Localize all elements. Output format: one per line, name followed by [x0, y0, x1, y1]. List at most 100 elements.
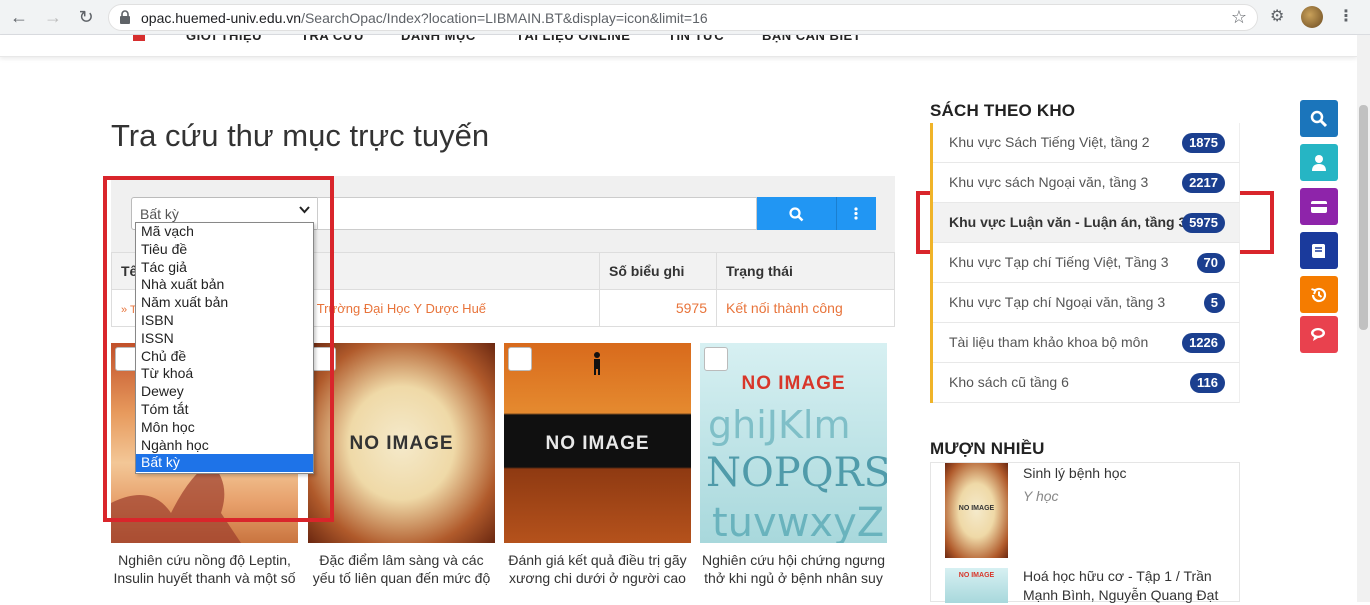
shelf-item[interactable]: Kho sách cũ tầng 6 116 — [933, 363, 1240, 403]
walker-figure — [594, 352, 600, 375]
book-title-line: Đặc điểm lâm sàng và các — [319, 552, 484, 568]
search-icon — [789, 207, 804, 222]
shelf-label: Khu vực Tạp chí Tiếng Việt, Tầng 3 — [949, 254, 1169, 270]
thumb-no-image-text: NO IMAGE — [958, 505, 995, 512]
back-arrow-icon[interactable]: ← — [8, 6, 30, 28]
shelf-count-badge: 70 — [1196, 253, 1225, 273]
header-count: Số biểu ghi — [599, 252, 717, 290]
nav-item-tai-lieu-online[interactable]: TÀI LIỆU ONLINE — [516, 35, 630, 43]
svg-text:ghiJKlm: ghiJKlm — [708, 403, 850, 447]
shelf-label: Kho sách cũ tầng 6 — [949, 374, 1069, 390]
borrow-title-2[interactable]: Hoá học hữu cơ - Tập 1 / Trần Mạnh Bình,… — [1023, 567, 1223, 605]
select-checkbox[interactable] — [508, 347, 532, 371]
book-title-1[interactable]: Nghiên cứu nồng độ Leptin, Insulin huyết … — [107, 551, 302, 587]
most-borrowed-panel: NO IMAGE Sinh lý bệnh học Y học NO IMAGE… — [930, 462, 1240, 605]
book-title-3[interactable]: Đánh giá kết quả điều trị gãy xương chi d… — [500, 551, 695, 587]
book-cover-4[interactable]: NO IMAGE ghiJKlm NOPQRS tuvwxyZ — [700, 343, 887, 543]
shelves-heading: SÁCH THEO KHO — [930, 101, 1076, 120]
shelf-count-badge: 1875 — [1182, 133, 1225, 153]
profile-avatar[interactable] — [1301, 6, 1323, 28]
shelf-item-active[interactable]: Khu vực Luận văn - Luận án, tầng 3 5975 — [933, 203, 1240, 243]
table-cell-status: Kết nối thành công — [716, 289, 895, 327]
borrow-title-1[interactable]: Sinh lý bệnh học — [1023, 464, 1223, 483]
nav-item-ban-can-biet[interactable]: BẠN CẦN BIẾT — [762, 35, 861, 43]
fab-user-button[interactable] — [1300, 144, 1338, 181]
url-text: opac.huemed-univ.edu.vn/SearchOpac/Index… — [141, 10, 708, 26]
chat-icon — [1311, 328, 1325, 341]
borrow-thumb-2[interactable]: NO IMAGE — [945, 568, 1008, 603]
search-options-button[interactable] — [836, 197, 876, 230]
shelf-item[interactable]: Khu vực Tạp chí Tiếng Việt, Tầng 3 70 — [933, 243, 1240, 283]
book-cover-3[interactable]: NO IMAGE — [504, 343, 691, 543]
site-logo-fragment — [133, 35, 145, 41]
url-path: /SearchOpac/Index?location=LIBMAIN.BT&di… — [301, 10, 708, 26]
nav-item-gioi-thieu[interactable]: GIỚI THIỆU — [186, 35, 262, 43]
book-icon — [1312, 244, 1325, 258]
shelf-count-badge: 5975 — [1182, 213, 1225, 233]
no-image-text: NO IMAGE — [545, 433, 650, 454]
bookmark-star-icon[interactable]: ☆ — [1231, 7, 1247, 28]
select-checkbox[interactable] — [704, 347, 728, 371]
svg-text:tuvwxyZ: tuvwxyZ — [712, 500, 884, 543]
shelf-item[interactable]: Tài liệu tham khảo khoa bộ môn 1226 — [933, 323, 1240, 363]
fab-card-button[interactable] — [1300, 188, 1338, 225]
card-icon — [1311, 201, 1327, 213]
reload-icon[interactable]: ↻ — [75, 6, 97, 28]
thumb-no-image-text: NO IMAGE — [958, 572, 995, 579]
book-title-line: Insulin huyết thanh và một số — [113, 570, 296, 586]
book-cover-2[interactable]: NO IMAGE — [308, 343, 495, 543]
extensions-puzzle-icon[interactable]: ⚙ — [1270, 6, 1284, 26]
shelf-label: Khu vực Sách Tiếng Việt, tầng 2 — [949, 134, 1150, 150]
search-button[interactable] — [757, 197, 836, 230]
shelf-label: Khu vực Tạp chí Ngoại văn, tầng 3 — [949, 294, 1166, 310]
lock-icon — [120, 10, 130, 24]
fab-history-button[interactable] — [1300, 276, 1338, 313]
book-title-line: Đánh giá kết quả điều trị gãy — [508, 552, 687, 568]
shelf-list: Khu vực Sách Tiếng Việt, tầng 2 1875 Khu … — [930, 123, 1240, 403]
fab-search-button[interactable] — [1300, 100, 1338, 137]
shelf-label: Khu vực Luận văn - Luận án, tầng 3 — [949, 214, 1187, 230]
borrow-subtitle-1: Y học — [1023, 488, 1059, 504]
no-image-text: NO IMAGE — [741, 373, 846, 394]
scrollbar-thumb[interactable] — [1359, 105, 1368, 330]
shelf-item[interactable]: Khu vực Tạp chí Ngoại văn, tầng 3 5 — [933, 283, 1240, 323]
user-icon — [1312, 155, 1326, 171]
shelf-label: Khu vực sách Ngoại văn, tầng 3 — [949, 174, 1149, 190]
shelf-item[interactable]: Khu vực sách Ngoại văn, tầng 3 2217 — [933, 163, 1240, 203]
nav-item-danh-muc[interactable]: DANH MỤC — [401, 35, 476, 43]
search-input[interactable] — [317, 197, 757, 230]
book-title-line: Nghiên cứu hội chứng ngưng — [701, 552, 885, 568]
header-status: Trạng thái — [716, 252, 895, 290]
alphabet-illustration: ghiJKlm NOPQRS tuvwxyZ — [706, 403, 887, 543]
book-title-line: xương chi dưới ở người cao — [509, 570, 686, 586]
search-icon — [1310, 110, 1328, 128]
borrow-thumb-1[interactable]: NO IMAGE — [945, 463, 1008, 558]
svg-text:NOPQRS: NOPQRS — [706, 450, 887, 496]
no-image-text: NO IMAGE — [349, 433, 454, 454]
browser-menu-icon[interactable]: ⋮ — [1338, 6, 1354, 26]
nav-item-tin-tuc[interactable]: TIN TỨC — [668, 35, 724, 43]
book-title-4[interactable]: Nghiên cứu hội chứng ngưng thở khi ngủ ở … — [696, 551, 891, 587]
fab-chat-button[interactable] — [1300, 316, 1338, 353]
shelf-count-badge: 1226 — [1182, 333, 1225, 353]
nav-item-tra-cuu[interactable]: TRA CỨU — [301, 35, 364, 43]
page-title: Tra cứu thư mục trực tuyến — [111, 118, 490, 153]
shelf-count-badge: 5 — [1203, 293, 1225, 313]
browser-toolbar: ← → ↻ opac.huemed-univ.edu.vn/SearchOpac… — [0, 0, 1370, 35]
book-title-line: thở khi ngủ ở bệnh nhân suy — [704, 570, 883, 586]
address-bar[interactable]: opac.huemed-univ.edu.vn/SearchOpac/Index… — [108, 4, 1258, 31]
highlight-box-dropdown — [103, 176, 334, 522]
shelf-count-badge: 116 — [1190, 373, 1225, 393]
fab-book-button[interactable] — [1300, 232, 1338, 269]
shelf-count-badge: 2217 — [1182, 173, 1225, 193]
book-title-line: Nghiên cứu nồng độ Leptin, — [118, 552, 291, 568]
site-nav-bar: GIỚI THIỆU TRA CỨU DANH MỤC TÀI LIỆU ONL… — [0, 35, 1357, 57]
book-title-2[interactable]: Đặc điểm lâm sàng và các yếu tố liên quan… — [304, 551, 499, 587]
book-title-line: yếu tố liên quan đến mức độ — [312, 570, 491, 586]
shelf-label: Tài liệu tham khảo khoa bộ môn — [949, 334, 1149, 350]
forward-arrow-icon[interactable]: → — [42, 6, 64, 28]
borrow-heading: MƯỢN NHIỀU — [930, 439, 1045, 458]
url-host: opac.huemed-univ.edu.vn — [141, 10, 302, 26]
shelf-item[interactable]: Khu vực Sách Tiếng Việt, tầng 2 1875 — [933, 123, 1240, 163]
history-icon — [1311, 287, 1327, 303]
